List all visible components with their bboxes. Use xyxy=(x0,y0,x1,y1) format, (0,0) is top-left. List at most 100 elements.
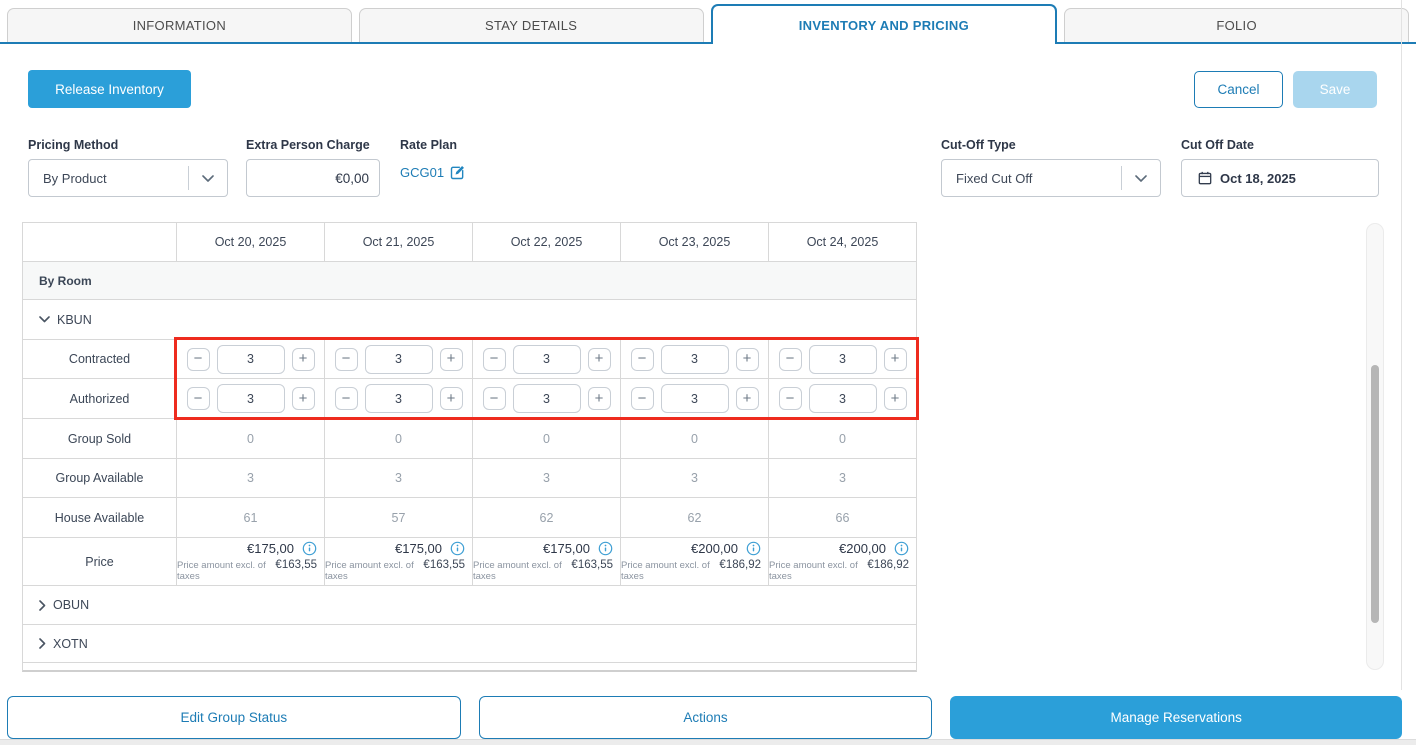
chevron-down-icon xyxy=(189,175,227,182)
contracted-input[interactable] xyxy=(365,345,433,374)
rate-plan-link[interactable]: GCG01 xyxy=(400,165,465,180)
minus-button[interactable]: − xyxy=(483,348,506,371)
minus-button[interactable]: − xyxy=(779,387,802,410)
bottom-strip xyxy=(0,739,1416,745)
save-button[interactable]: Save xyxy=(1293,71,1377,108)
price-amount: €175,00 xyxy=(247,541,294,556)
calendar-icon xyxy=(1198,171,1212,185)
plus-button[interactable]: + xyxy=(292,387,315,410)
price-cell: €175,00 Price amount excl. of taxes €163… xyxy=(472,538,620,585)
minus-button[interactable]: − xyxy=(187,387,210,410)
price-excl-amount: €163,55 xyxy=(571,559,613,571)
quantity-stepper: − + xyxy=(187,345,315,374)
extra-person-charge-label: Extra Person Charge xyxy=(246,138,370,152)
price-excl-note: Price amount excl. of taxes xyxy=(177,560,271,582)
table-scrollbar-thumb[interactable] xyxy=(1371,365,1379,623)
plus-button[interactable]: + xyxy=(884,348,907,371)
group-available-value: 3 xyxy=(176,459,324,497)
price-amount: €175,00 xyxy=(395,541,442,556)
price-excl-note: Price amount excl. of taxes xyxy=(769,560,863,582)
tab-folio[interactable]: FOLIO xyxy=(1064,8,1409,42)
group-available-value: 3 xyxy=(768,459,916,497)
minus-button[interactable]: − xyxy=(335,348,358,371)
page-divider xyxy=(1401,0,1402,690)
minus-button[interactable]: − xyxy=(631,387,654,410)
info-icon[interactable] xyxy=(598,541,613,556)
actions-button[interactable]: Actions xyxy=(479,696,933,739)
tab-information[interactable]: INFORMATION xyxy=(7,8,352,42)
edit-icon[interactable] xyxy=(450,165,465,180)
extra-person-charge-input[interactable] xyxy=(246,159,380,197)
footer-action-bar: Edit Group Status Actions Manage Reserva… xyxy=(7,696,1402,739)
contracted-input[interactable] xyxy=(809,345,877,374)
group-sold-label: Group Sold xyxy=(23,419,176,458)
tab-stay-details[interactable]: STAY DETAILS xyxy=(359,8,704,42)
authorized-input[interactable] xyxy=(365,384,433,413)
contracted-input[interactable] xyxy=(661,345,729,374)
contracted-input[interactable] xyxy=(513,345,581,374)
authorized-input[interactable] xyxy=(809,384,877,413)
plus-button[interactable]: + xyxy=(292,348,315,371)
authorized-label: Authorized xyxy=(23,379,176,418)
quantity-stepper: − + xyxy=(631,384,759,413)
room-code: OBUN xyxy=(53,598,89,612)
authorized-input[interactable] xyxy=(661,384,729,413)
group-available-row: Group Available 3 3 3 3 3 xyxy=(22,459,917,498)
info-icon[interactable] xyxy=(302,541,317,556)
manage-reservations-button[interactable]: Manage Reservations xyxy=(950,696,1402,739)
cut-off-date-field[interactable]: Oct 18, 2025 xyxy=(1181,159,1379,197)
group-sold-value: 0 xyxy=(472,419,620,458)
quantity-stepper: − + xyxy=(187,384,315,413)
minus-button[interactable]: − xyxy=(779,348,802,371)
cut-off-type-select[interactable]: Fixed Cut Off xyxy=(941,159,1161,197)
authorized-input[interactable] xyxy=(217,384,285,413)
plus-button[interactable]: + xyxy=(884,387,907,410)
minus-button[interactable]: − xyxy=(187,348,210,371)
plus-button[interactable]: + xyxy=(736,387,759,410)
contracted-input[interactable] xyxy=(217,345,285,374)
tab-bar: INFORMATION STAY DETAILS INVENTORY AND P… xyxy=(0,0,1416,44)
room-row-obun[interactable]: OBUN xyxy=(22,586,917,625)
cancel-button[interactable]: Cancel xyxy=(1194,71,1283,108)
cut-off-type-label: Cut-Off Type xyxy=(941,138,1016,152)
contracted-cell: − + xyxy=(768,340,916,378)
authorized-row: Authorized − + − + xyxy=(22,379,917,419)
plus-button[interactable]: + xyxy=(736,348,759,371)
authorized-input[interactable] xyxy=(513,384,581,413)
info-icon[interactable] xyxy=(746,541,761,556)
clipped-row xyxy=(22,663,917,672)
plus-button[interactable]: + xyxy=(440,387,463,410)
group-available-value: 3 xyxy=(620,459,768,497)
minus-button[interactable]: − xyxy=(631,348,654,371)
minus-button[interactable]: − xyxy=(335,387,358,410)
group-sold-value: 0 xyxy=(620,419,768,458)
info-icon[interactable] xyxy=(894,541,909,556)
room-row-kbun[interactable]: KBUN xyxy=(22,300,917,340)
edit-group-status-button[interactable]: Edit Group Status xyxy=(7,696,461,739)
chevron-down-icon xyxy=(1122,175,1160,182)
price-excl-amount: €186,92 xyxy=(719,559,761,571)
plus-button[interactable]: + xyxy=(588,387,611,410)
inventory-and-pricing-page: INFORMATION STAY DETAILS INVENTORY AND P… xyxy=(0,0,1416,745)
info-icon[interactable] xyxy=(450,541,465,556)
house-available-row: House Available 61 57 62 62 66 xyxy=(22,498,917,538)
price-amount: €175,00 xyxy=(543,541,590,556)
minus-button[interactable]: − xyxy=(483,387,506,410)
pricing-method-select[interactable]: By Product xyxy=(28,159,228,197)
release-inventory-button[interactable]: Release Inventory xyxy=(28,70,191,108)
date-header: Oct 21, 2025 xyxy=(324,223,472,261)
room-row-xotn[interactable]: XOTN xyxy=(22,625,917,663)
plus-button[interactable]: + xyxy=(588,348,611,371)
group-available-label: Group Available xyxy=(23,459,176,497)
quantity-stepper: − + xyxy=(779,384,907,413)
tab-inventory-and-pricing[interactable]: INVENTORY AND PRICING xyxy=(711,4,1058,44)
price-amount: €200,00 xyxy=(839,541,886,556)
quantity-stepper: − + xyxy=(483,345,611,374)
house-available-value: 61 xyxy=(176,498,324,537)
price-label: Price xyxy=(23,538,176,585)
group-sold-row: Group Sold 0 0 0 0 0 xyxy=(22,419,917,459)
plus-button[interactable]: + xyxy=(440,348,463,371)
price-amount: €200,00 xyxy=(691,541,738,556)
price-excl-note: Price amount excl. of taxes xyxy=(325,560,419,582)
date-header: Oct 20, 2025 xyxy=(176,223,324,261)
